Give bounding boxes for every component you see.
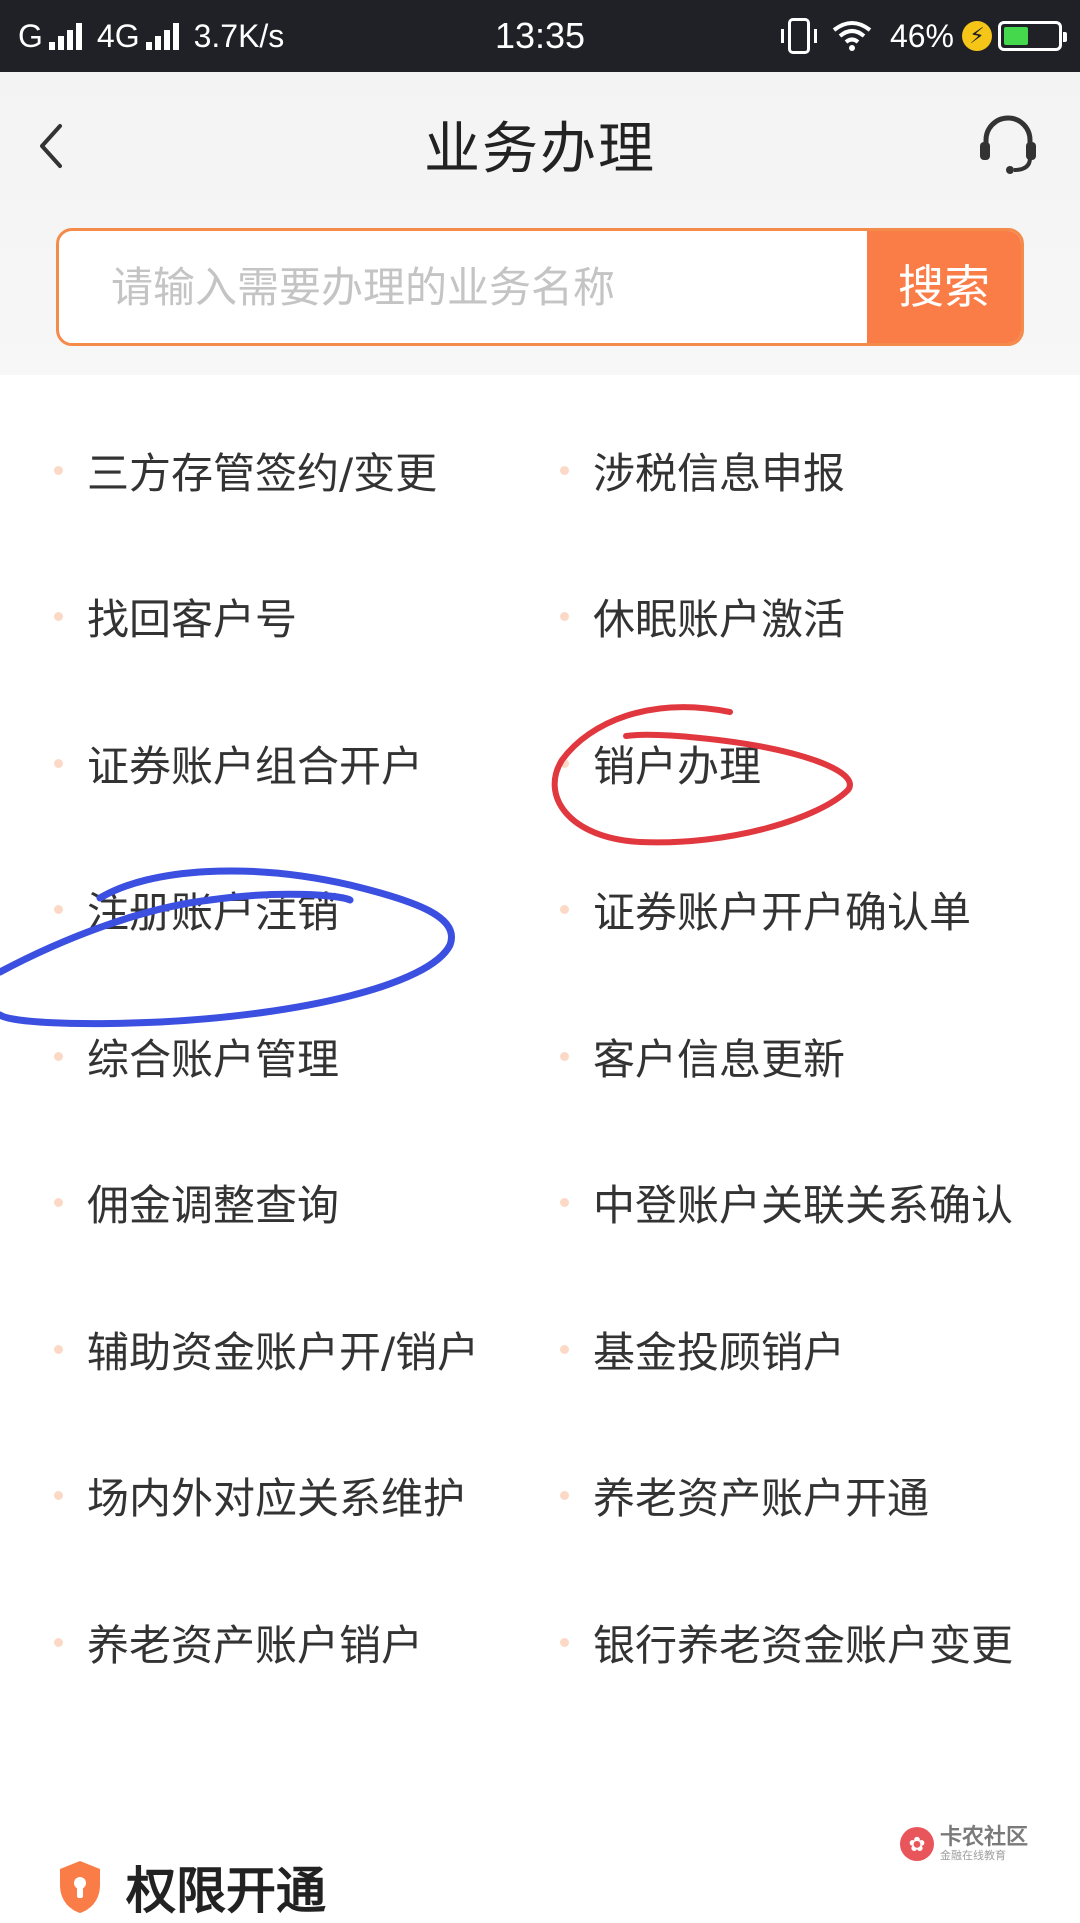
search-button[interactable]: 搜索 — [867, 231, 1021, 343]
service-label: 销户办理 — [593, 741, 762, 791]
service-row: 证券账户组合开户 销户办理 — [0, 723, 1080, 870]
bullet-dot — [54, 1198, 63, 1207]
bullet-dot — [560, 1344, 569, 1354]
service-label: 养老资产账户销户 — [87, 1620, 424, 1670]
service-label: 养老资产账户开通 — [593, 1474, 930, 1523]
watermark: ✿ 卡农社区 金融在线教育 — [900, 1825, 1029, 1863]
service-row: 养老资产账户销户 银行养老资金账户变更 — [0, 1602, 1080, 1749]
status-bar: G 4G 3.7K/s 13:35 46% ⚡ — [0, 0, 1080, 72]
bullet-dot — [54, 465, 63, 475]
shield-icon — [60, 1861, 100, 1913]
status-right: 46% ⚡ — [780, 0, 1067, 72]
service-item[interactable]: 客户信息更新 — [560, 1016, 845, 1096]
watermark-main: 卡农社区 — [940, 1825, 1029, 1850]
bullet-dot — [54, 1051, 63, 1061]
bullet-dot — [560, 1051, 569, 1061]
battery-fill — [1004, 27, 1028, 45]
bullet-dot — [560, 1491, 569, 1500]
service-row: 场内外对应关系维护 养老资产账户开通 — [0, 1456, 1080, 1603]
service-item[interactable]: 场内外对应关系维护 — [54, 1456, 465, 1536]
bullet-dot — [560, 905, 569, 914]
service-label: 三方存管签约/变更 — [87, 448, 438, 498]
charging-icon: ⚡ — [962, 21, 992, 51]
service-row: 佣金调整查询 中登账户关联关系确认 — [0, 1163, 1080, 1310]
wifi-icon — [832, 21, 872, 51]
bullet-dot — [54, 1637, 63, 1647]
service-row: 辅助资金账户开/销户 基金投顾销户 — [0, 1309, 1080, 1456]
service-item[interactable]: 综合账户管理 — [54, 1016, 339, 1096]
search-input[interactable] — [59, 231, 869, 343]
service-label: 注册账户注销 — [87, 888, 340, 937]
service-row: 三方存管签约/变更 涉税信息申报 — [0, 430, 1080, 577]
service-label: 场内外对应关系维护 — [87, 1474, 466, 1523]
service-item[interactable]: 找回客户号 — [54, 577, 297, 657]
bullet-dot — [54, 612, 63, 621]
service-item[interactable]: 辅助资金账户开/销户 — [54, 1309, 479, 1389]
bullet-dot — [560, 465, 569, 475]
service-label: 证券账户组合开户 — [87, 741, 424, 791]
bullet-dot — [560, 1198, 569, 1207]
bullet-dot — [54, 758, 63, 768]
section-title: 权限开通 — [126, 1862, 326, 1920]
service-label: 辅助资金账户开/销户 — [87, 1327, 480, 1377]
bullet-dot — [54, 905, 63, 914]
service-item[interactable]: 休眠账户激活 — [560, 577, 845, 657]
service-item[interactable]: 中登账户关联关系确认 — [560, 1163, 1013, 1243]
service-item[interactable]: 养老资产账户销户 — [54, 1602, 423, 1682]
section-header: 权限开通 — [56, 1855, 326, 1920]
service-label: 涉税信息申报 — [593, 448, 846, 498]
service-item[interactable]: 三方存管签约/变更 — [54, 430, 437, 510]
service-item[interactable]: 基金投顾销户 — [560, 1309, 845, 1389]
service-label: 找回客户号 — [87, 595, 298, 644]
page-title: 业务办理 — [424, 117, 656, 182]
headset-icon[interactable] — [974, 110, 1042, 178]
service-label: 基金投顾销户 — [593, 1327, 846, 1377]
header: 业务办理 搜索 — [0, 72, 1080, 375]
service-label: 休眠账户激活 — [593, 595, 846, 644]
vibrate-icon — [780, 18, 817, 54]
service-label: 综合账户管理 — [87, 1034, 340, 1084]
bullet-dot — [560, 1637, 569, 1647]
service-label: 客户信息更新 — [593, 1034, 846, 1084]
watermark-text: 卡农社区 金融在线教育 — [940, 1825, 1029, 1863]
service-label: 中登账户关联关系确认 — [593, 1181, 1014, 1230]
service-item[interactable]: 养老资产账户开通 — [560, 1456, 929, 1536]
bullet-dot — [560, 612, 569, 621]
search-bar: 搜索 — [56, 228, 1024, 346]
service-item[interactable]: 销户办理 — [560, 723, 761, 803]
service-item[interactable]: 涉税信息申报 — [560, 430, 845, 510]
service-row: 找回客户号 休眠账户激活 — [0, 577, 1080, 724]
service-item[interactable]: 注册账户注销 — [54, 870, 339, 950]
watermark-sub: 金融在线教育 — [940, 1849, 1006, 1863]
bullet-dot — [560, 758, 569, 768]
service-row: 综合账户管理 客户信息更新 — [0, 1016, 1080, 1163]
service-grid: 三方存管签约/变更 涉税信息申报 找回客户号 休眠账户激活 证券账户组合开户 销… — [0, 430, 1080, 1749]
service-item[interactable]: 佣金调整查询 — [54, 1163, 339, 1243]
service-item[interactable]: 证券账户开户确认单 — [560, 870, 971, 950]
service-row: 注册账户注销 证券账户开户确认单 — [0, 870, 1080, 1017]
service-label: 佣金调整查询 — [87, 1181, 340, 1230]
service-label: 证券账户开户确认单 — [593, 888, 972, 937]
kanong-logo-icon: ✿ — [900, 1827, 934, 1862]
service-item[interactable]: 银行养老资金账户变更 — [560, 1602, 1013, 1682]
bullet-dot — [54, 1344, 63, 1354]
service-label: 银行养老资金账户变更 — [593, 1620, 1014, 1670]
battery-icon — [998, 21, 1067, 51]
bullet-dot — [54, 1491, 63, 1500]
battery-percent: 46% — [889, 17, 954, 54]
service-item[interactable]: 证券账户组合开户 — [54, 723, 423, 803]
